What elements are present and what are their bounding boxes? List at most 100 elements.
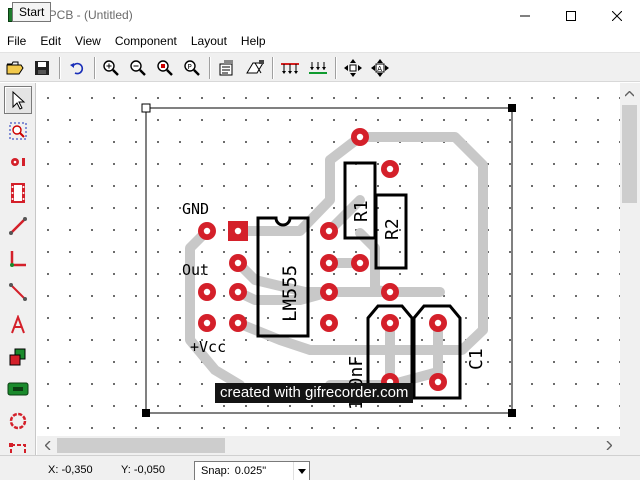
out-label[interactable]: Out (182, 261, 209, 279)
ic-label[interactable]: LM555 (279, 265, 301, 322)
x-coordinate: X: -0,350 (48, 464, 93, 476)
open-button[interactable] (3, 56, 27, 80)
status-bar: X: -0,350 Y: -0,050 Snap: 0.025" (0, 455, 640, 480)
zoom-out-button[interactable] (126, 56, 150, 80)
select-tool-button[interactable] (4, 86, 32, 114)
component-tool-button[interactable] (4, 179, 32, 207)
circle-icon (9, 412, 27, 430)
save-icon (35, 61, 49, 75)
snap-label: Snap: (201, 465, 230, 477)
chevron-right-icon (606, 441, 612, 450)
r1-label[interactable]: R1 (351, 200, 372, 222)
board-corner-handle[interactable] (141, 103, 151, 113)
maximize-icon (566, 10, 576, 21)
board-icon (246, 60, 264, 74)
horizontal-scroll-thumb[interactable] (57, 438, 225, 453)
pad-hole (325, 288, 333, 296)
chevron-down-icon (297, 468, 306, 474)
menu-help[interactable]: Help (234, 31, 273, 51)
zoom-in-button[interactable] (99, 56, 123, 80)
layer-tool-button[interactable] (4, 343, 32, 371)
pad-hole (234, 288, 242, 296)
zoom-out-icon (130, 60, 146, 76)
menu-layout[interactable]: Layout (184, 31, 234, 51)
auto-route-button[interactable]: A (368, 56, 392, 80)
board-button[interactable] (243, 56, 267, 80)
zoom-fit-button[interactable] (153, 56, 177, 80)
pan-button[interactable] (341, 56, 365, 80)
ratsnest-button[interactable] (278, 56, 302, 80)
close-icon (612, 10, 622, 21)
zoom-fit-icon (157, 60, 173, 76)
menu-edit[interactable]: Edit (33, 31, 68, 51)
open-icon (6, 61, 24, 75)
pad-hole (203, 227, 211, 235)
trace[interactable] (185, 226, 245, 390)
pad-icon (11, 158, 25, 166)
toolbar: P A (0, 52, 640, 82)
toolbar-separator (272, 57, 274, 79)
chevron-left-icon (44, 441, 50, 450)
snap-dropdown-arrow[interactable] (293, 462, 309, 480)
zoom-box-tool-button[interactable] (4, 117, 32, 145)
chevron-up-icon (625, 90, 634, 96)
tool-palette (0, 83, 36, 480)
scroll-right-button[interactable] (600, 437, 617, 454)
vertical-scrollbar[interactable] (620, 83, 640, 453)
maximize-button[interactable] (548, 0, 594, 31)
net-tool-button[interactable] (4, 375, 32, 403)
circle-tool-button[interactable] (4, 407, 32, 435)
ground-icon (309, 62, 327, 74)
pad-hole (434, 319, 442, 327)
pad-tool-button[interactable] (4, 148, 32, 176)
r2-label[interactable]: R2 (382, 218, 403, 240)
scroll-up-button[interactable] (621, 85, 638, 102)
trace[interactable] (233, 132, 488, 355)
scroll-left-button[interactable] (39, 437, 56, 454)
minimize-button[interactable] (502, 0, 548, 31)
pad-hole (356, 133, 364, 141)
menu-component[interactable]: Component (108, 31, 184, 51)
vcc-label[interactable]: +Vcc (190, 338, 226, 356)
gnd-label[interactable]: GND (182, 200, 209, 218)
pad-hole (386, 319, 394, 327)
text-icon (11, 315, 25, 334)
corner-tool-button[interactable] (4, 245, 32, 273)
vertical-scroll-thumb[interactable] (622, 105, 637, 203)
undo-button[interactable] (65, 56, 89, 80)
board-corner-handle[interactable] (142, 409, 150, 417)
start-tooltip: Start (12, 2, 52, 22)
zoom-previous-icon: P (184, 60, 200, 76)
menu-view[interactable]: View (68, 31, 108, 51)
zoom-previous-button[interactable]: P (180, 56, 204, 80)
ground-button[interactable] (306, 56, 330, 80)
toolbar-separator (94, 57, 96, 79)
wire-tool-button[interactable] (4, 278, 32, 306)
pad-hole (203, 319, 211, 327)
trace-tool-button[interactable] (4, 212, 32, 240)
auto-route-icon: A (371, 59, 389, 77)
trace-icon (9, 217, 27, 235)
c1-label[interactable]: C1 (466, 348, 487, 370)
text-tool-button[interactable] (4, 311, 32, 339)
pad-hole (234, 227, 242, 235)
layer-icon (9, 348, 26, 366)
close-button[interactable] (594, 0, 640, 31)
board-corner-handle[interactable] (508, 409, 516, 417)
menu-bar: File Edit View Component Layout Help (0, 31, 640, 51)
pad-hole (434, 378, 442, 386)
title-bar: essPCB - (Untitled) Start (0, 0, 640, 31)
component-properties-button[interactable] (215, 56, 239, 80)
zoom-in-icon (103, 60, 119, 76)
horizontal-scrollbar[interactable] (37, 436, 620, 455)
save-button[interactable] (30, 56, 54, 80)
minimize-icon (520, 15, 530, 16)
snap-dropdown[interactable]: Snap: 0.025" (194, 461, 310, 480)
board-corner-handle[interactable] (508, 104, 516, 112)
svg-text:P: P (188, 63, 192, 71)
ratsnest-icon (281, 63, 299, 74)
pad-hole (325, 259, 333, 267)
pad-hole (356, 259, 364, 267)
menu-file[interactable]: File (0, 31, 33, 51)
zoom-box-icon (9, 122, 27, 140)
